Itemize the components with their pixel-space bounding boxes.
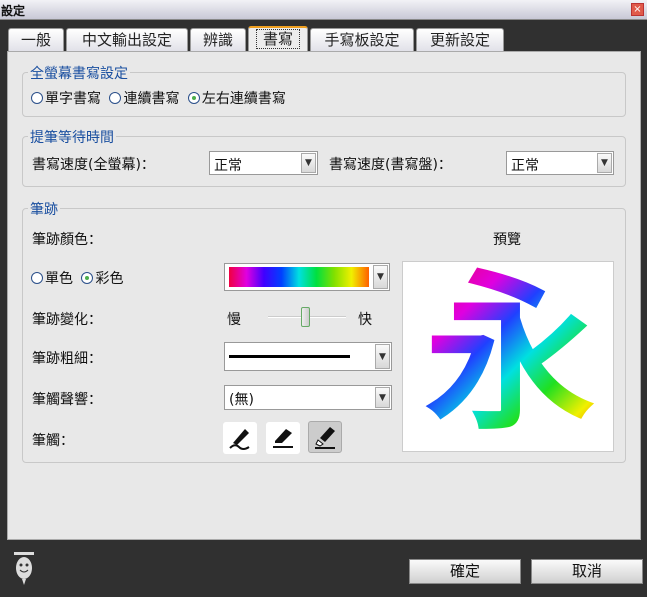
color-mode: 單色 彩色 [31, 268, 123, 288]
speed-full-select[interactable]: 正常 ▼ [209, 151, 318, 175]
close-button[interactable]: × [631, 3, 644, 16]
tab-writing[interactable]: 書寫 [248, 26, 308, 52]
brush-marker-button[interactable] [266, 422, 300, 454]
chevron-down-icon: ▼ [375, 344, 390, 369]
tab-writing-label: 書寫 [255, 29, 300, 49]
cancel-button[interactable]: 取消 [531, 559, 643, 584]
speed-pad-label: 書寫速度(書寫盤)： [329, 157, 452, 173]
color-select[interactable]: ▼ [224, 263, 390, 291]
tab-general[interactable]: 一般 [8, 28, 64, 52]
slow-label: 慢 [227, 312, 241, 328]
tab-chinese-output[interactable]: 中文輸出設定 [66, 28, 188, 52]
speed-pad-select[interactable]: 正常 ▼ [506, 151, 614, 175]
app-logo-icon [14, 552, 34, 585]
preview-box: 永 [402, 261, 614, 452]
fullscreen-group-label: 全螢幕書寫設定 [28, 63, 130, 83]
radio-icon [31, 92, 43, 104]
radio-mono[interactable]: 單色 [31, 271, 73, 287]
fast-label: 快 [358, 312, 372, 328]
sound-label: 筆觸聲響： [32, 392, 102, 408]
chevron-down-icon: ▼ [301, 153, 316, 173]
marker-icon [273, 429, 293, 448]
variation-label: 筆跡變化： [32, 312, 102, 328]
wait-group-label: 提筆等待時間 [28, 127, 116, 147]
tab-update-settings[interactable]: 更新設定 [416, 28, 504, 52]
brush-label: 筆觸： [32, 433, 74, 449]
fullscreen-options: 單字書寫 連續書寫 左右連續書寫 [31, 88, 286, 108]
slider-thumb[interactable] [301, 307, 310, 327]
width-label: 筆跡粗細： [32, 351, 102, 367]
brush-eraser-button[interactable] [308, 421, 342, 453]
sound-value: (無) [229, 392, 254, 408]
rainbow-swatch [229, 267, 369, 287]
radio-icon [81, 272, 94, 284]
tab-pad-settings[interactable]: 手寫板設定 [310, 28, 414, 52]
radio-multi[interactable]: 彩色 [81, 271, 123, 287]
title-bar: 設定 × [0, 0, 647, 20]
chevron-down-icon: ▼ [597, 153, 612, 173]
chevron-down-icon: ▼ [373, 265, 388, 289]
window-title: 設定 [1, 4, 26, 18]
radio-icon [109, 92, 122, 104]
sound-select[interactable]: (無) ▼ [224, 385, 392, 410]
variation-slider[interactable] [268, 307, 346, 327]
line-width-sample [229, 355, 350, 358]
radio-single[interactable]: 單字書寫 [31, 91, 101, 107]
radio-continuous[interactable]: 連續書寫 [109, 91, 179, 107]
radio-icon [187, 92, 200, 104]
tab-recognition[interactable]: 辨識 [190, 28, 246, 52]
width-select[interactable]: ▼ [224, 342, 392, 371]
preview-character: 永 [425, 261, 596, 452]
radio-lr-continuous[interactable]: 左右連續書寫 [187, 91, 286, 107]
speed-pad-value: 正常 [511, 158, 539, 174]
preview-label: 預覽 [493, 232, 521, 248]
pen-icon [229, 429, 250, 450]
color-label: 筆跡顏色： [32, 232, 102, 248]
brush-pen-button[interactable] [223, 422, 257, 454]
ok-button[interactable]: 確定 [409, 559, 521, 584]
speed-full-label: 書寫速度(全螢幕)： [32, 157, 155, 173]
brush-icon [315, 427, 335, 449]
speed-full-value: 正常 [214, 158, 242, 174]
chevron-down-icon: ▼ [375, 387, 390, 408]
radio-icon [31, 272, 43, 284]
stroke-group-label: 筆跡 [28, 199, 60, 219]
